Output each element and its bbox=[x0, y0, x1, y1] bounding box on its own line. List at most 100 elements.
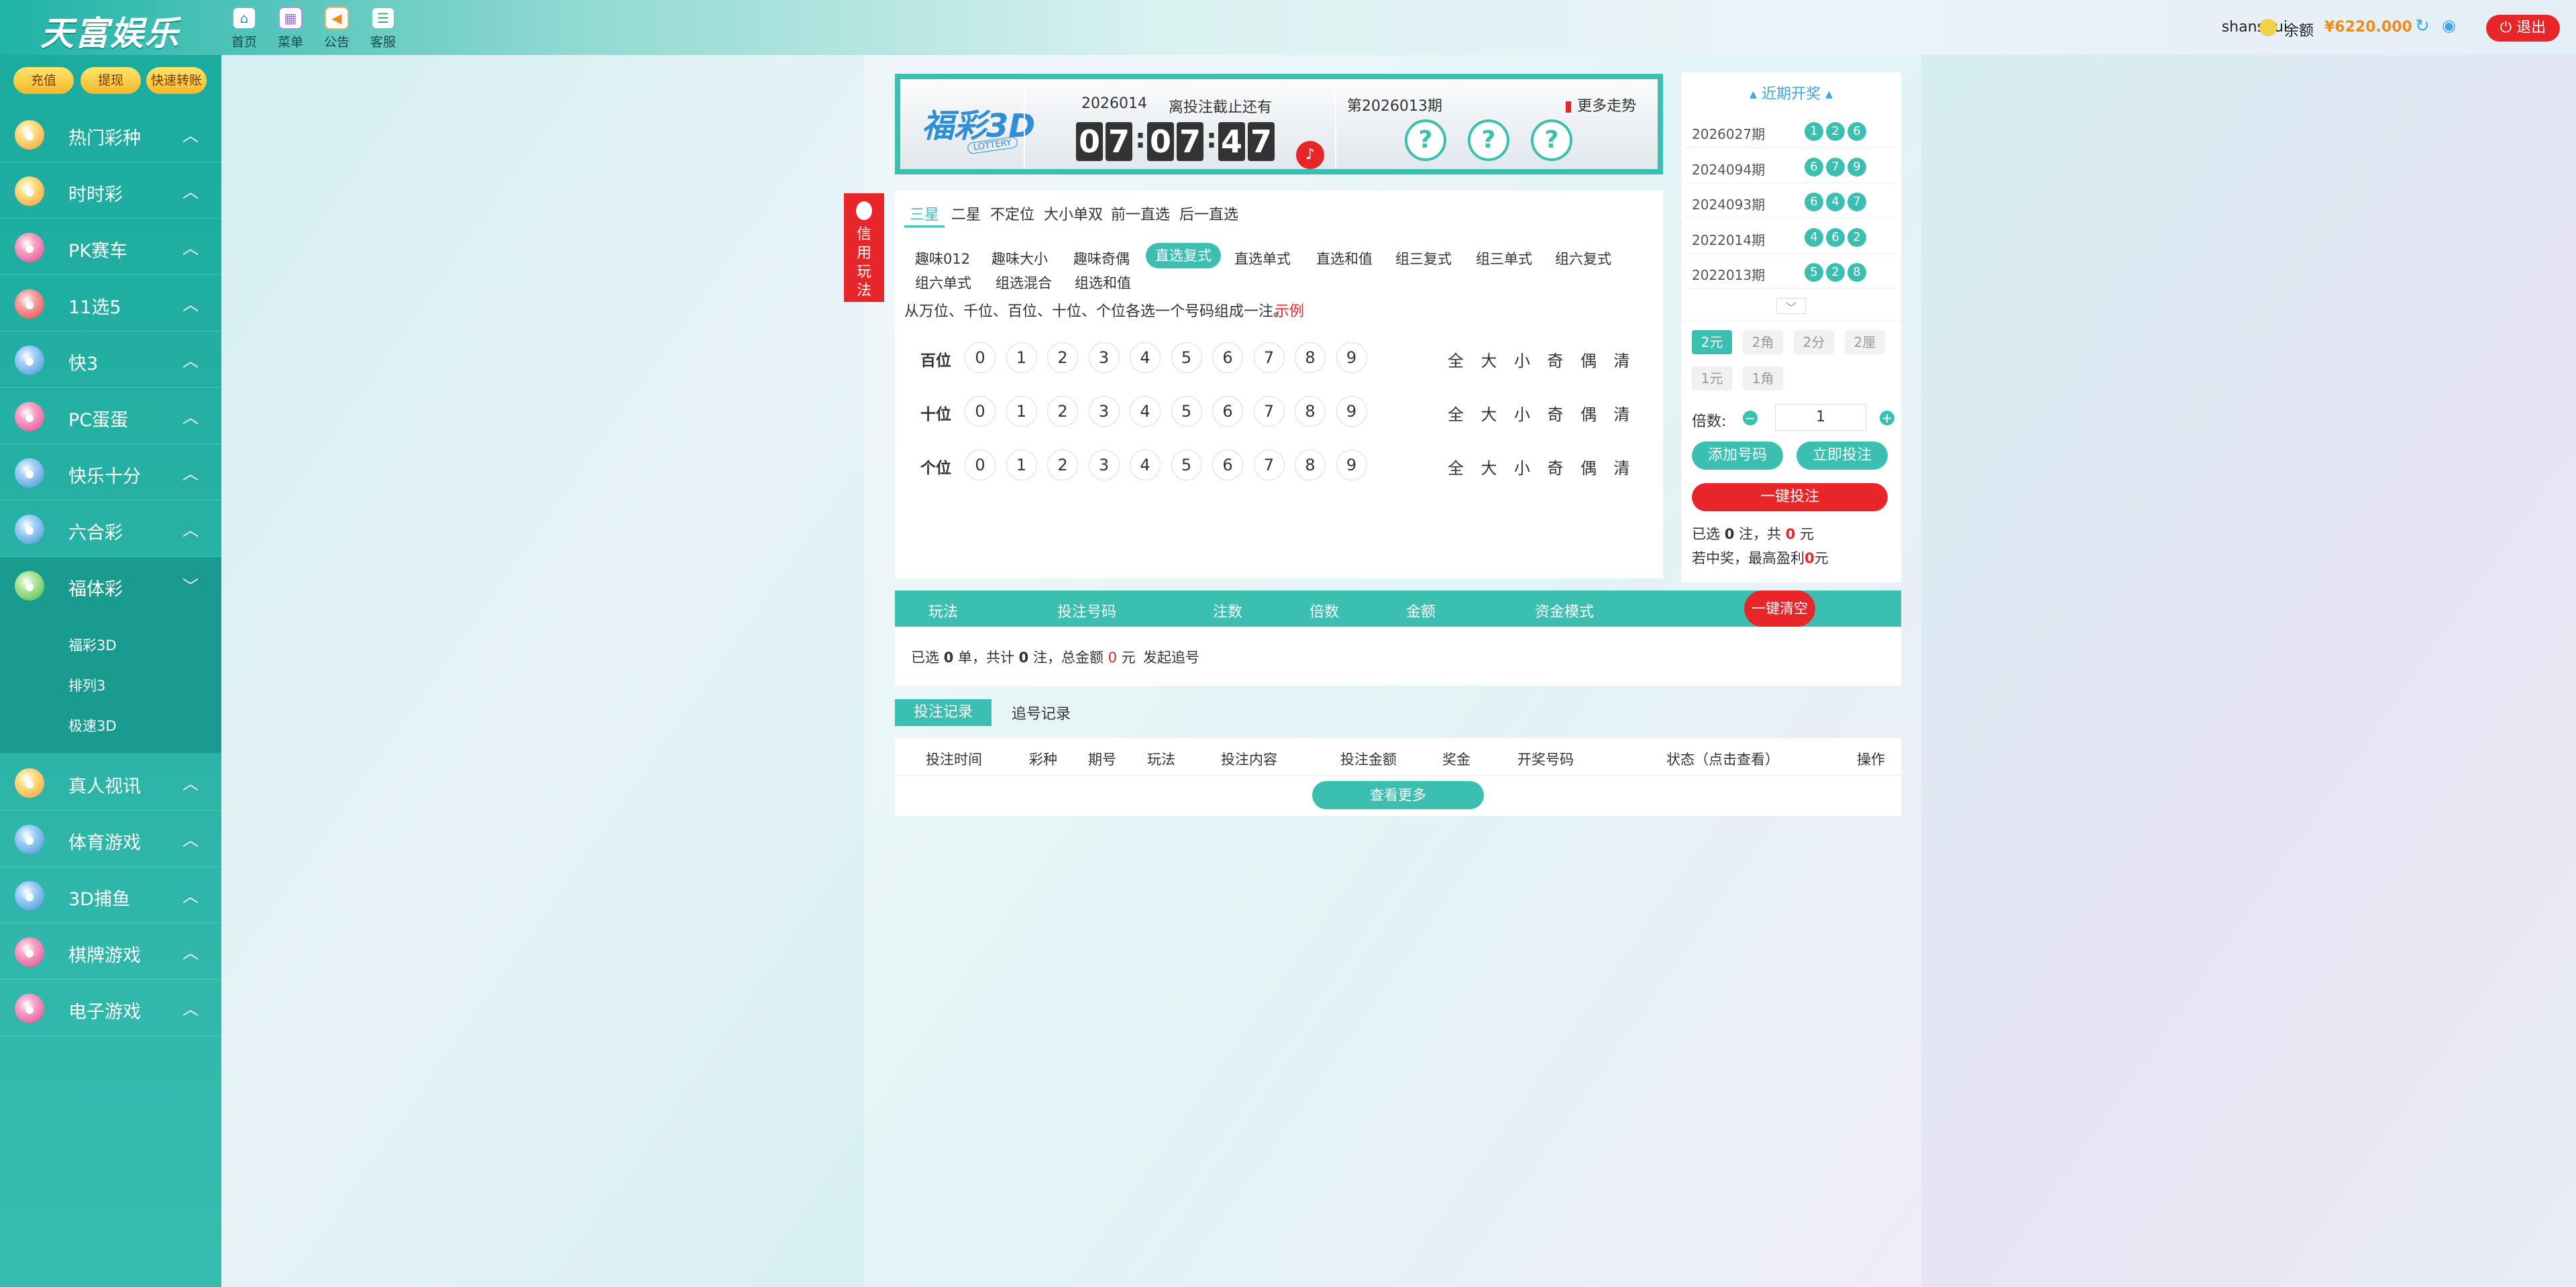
minus-icon[interactable]: − bbox=[1743, 411, 1758, 425]
quick-select[interactable]: 清 bbox=[1614, 455, 1630, 478]
quick-select[interactable]: 全 bbox=[1448, 348, 1464, 371]
unit-2li[interactable]: 2厘 bbox=[1845, 330, 1885, 354]
quick-select[interactable]: 偶 bbox=[1580, 348, 1597, 371]
tab-daxiaodanshuang[interactable]: 大小单双 bbox=[1044, 203, 1103, 224]
multiple-input[interactable]: 1 bbox=[1775, 404, 1866, 431]
subtab[interactable]: 组三单式 bbox=[1476, 248, 1532, 268]
view-more-button[interactable]: 查看更多 bbox=[1312, 781, 1484, 809]
sidebar-item-egame[interactable]: ● 电子游戏 ︿ bbox=[0, 980, 221, 1036]
withdraw-button[interactable]: 提现 bbox=[80, 67, 141, 94]
quick-select[interactable]: 小 bbox=[1514, 348, 1530, 371]
number-ball[interactable]: 5 bbox=[1171, 396, 1202, 427]
sidebar-item-hot[interactable]: ● 热门彩种 ︿ bbox=[0, 106, 221, 162]
chevron-down-icon[interactable]: ﹀ bbox=[1776, 298, 1806, 314]
unit-2fen[interactable]: 2分 bbox=[1794, 330, 1834, 354]
unit-1jiao[interactable]: 1角 bbox=[1743, 366, 1783, 391]
number-ball[interactable]: 1 bbox=[1006, 396, 1037, 427]
nav-support[interactable]: ☰ 客服 bbox=[363, 7, 403, 50]
sidebar-item-k3[interactable]: ● 快3 ︿ bbox=[0, 331, 221, 388]
tab-bet-records[interactable]: 投注记录 bbox=[895, 699, 991, 726]
sidebar-item-chess[interactable]: ● 棋牌游戏 ︿ bbox=[0, 923, 221, 980]
subtab[interactable]: 组三复式 bbox=[1395, 248, 1452, 268]
sidebar-item-fishing[interactable]: ● 3D捕鱼 ︿ bbox=[0, 867, 221, 923]
sound-icon[interactable]: ♪ bbox=[1296, 141, 1324, 169]
tab-budingwei[interactable]: 不定位 bbox=[990, 203, 1034, 224]
logout-button[interactable]: ⏻ 退出 bbox=[2486, 15, 2560, 42]
subtab[interactable]: 组选混合 bbox=[996, 272, 1052, 293]
quick-select[interactable]: 小 bbox=[1514, 401, 1530, 425]
quick-select[interactable]: 清 bbox=[1614, 401, 1630, 425]
sidebar-item-ssc[interactable]: ● 时时彩 ︿ bbox=[0, 162, 221, 219]
refresh-icon[interactable]: ↻ bbox=[2415, 16, 2430, 36]
quick-select[interactable]: 大 bbox=[1481, 455, 1497, 478]
one-key-bet-button[interactable]: 一键投注 bbox=[1692, 483, 1888, 511]
number-ball[interactable]: 0 bbox=[965, 450, 996, 480]
number-ball[interactable]: 9 bbox=[1336, 396, 1367, 427]
sidebar-item-pk[interactable]: ● PK赛车 ︿ bbox=[0, 219, 221, 275]
nav-announcement[interactable]: ◀ 公告 bbox=[317, 7, 357, 50]
subtab[interactable]: 组六复式 bbox=[1555, 248, 1611, 268]
quick-select[interactable]: 奇 bbox=[1548, 455, 1564, 478]
transfer-button[interactable]: 快速转账 bbox=[146, 67, 207, 94]
submenu-item[interactable]: 极速3D bbox=[68, 715, 117, 735]
number-ball[interactable]: 9 bbox=[1336, 450, 1367, 480]
sidebar-item-fc[interactable]: ● 福体彩 ﹀ bbox=[0, 557, 221, 613]
number-ball[interactable]: 2 bbox=[1047, 342, 1078, 373]
number-ball[interactable]: 0 bbox=[965, 396, 996, 427]
number-ball[interactable]: 5 bbox=[1171, 450, 1202, 480]
clear-all-button[interactable]: 一键清空 bbox=[1744, 590, 1815, 627]
number-ball[interactable]: 9 bbox=[1336, 342, 1367, 373]
bet-now-button[interactable]: 立即投注 bbox=[1796, 442, 1888, 470]
submenu-item[interactable]: 排列3 bbox=[68, 675, 105, 695]
subtab-active[interactable]: 直选复式 bbox=[1146, 243, 1221, 268]
sidebar-item-kl10[interactable]: ● 快乐十分 ︿ bbox=[0, 444, 221, 501]
quick-select[interactable]: 全 bbox=[1448, 455, 1464, 478]
number-ball[interactable]: 8 bbox=[1295, 450, 1326, 480]
nav-menu[interactable]: ▦ 菜单 bbox=[270, 7, 311, 50]
number-ball[interactable]: 2 bbox=[1047, 450, 1078, 480]
brand-logo[interactable]: 天富娱乐 bbox=[40, 7, 180, 55]
quick-select[interactable]: 偶 bbox=[1580, 401, 1597, 425]
number-ball[interactable]: 5 bbox=[1171, 342, 1202, 373]
eye-icon[interactable]: ◉ bbox=[2442, 16, 2456, 35]
number-ball[interactable]: 7 bbox=[1253, 450, 1285, 480]
subtab[interactable]: 直选单式 bbox=[1234, 248, 1291, 268]
tab-qianyi[interactable]: 前一直选 bbox=[1111, 203, 1170, 224]
number-ball[interactable]: 4 bbox=[1130, 396, 1161, 427]
number-ball[interactable]: 8 bbox=[1295, 396, 1326, 427]
plus-icon[interactable]: + bbox=[1880, 411, 1894, 425]
number-ball[interactable]: 2 bbox=[1047, 396, 1078, 427]
quick-select[interactable]: 奇 bbox=[1548, 401, 1564, 425]
unit-1yuan[interactable]: 1元 bbox=[1692, 366, 1732, 391]
example-link[interactable]: 示例 bbox=[1275, 299, 1304, 321]
credit-play-tag[interactable]: 信用玩法 bbox=[844, 193, 884, 302]
tab-chase-records[interactable]: 追号记录 bbox=[1012, 702, 1071, 723]
quick-select[interactable]: 小 bbox=[1514, 455, 1530, 478]
recharge-button[interactable]: 充值 bbox=[13, 67, 74, 94]
number-ball[interactable]: 7 bbox=[1253, 396, 1285, 427]
sidebar-item-lhc[interactable]: ● 六合彩 ︿ bbox=[0, 501, 221, 557]
sidebar-item-sports[interactable]: ● 体育游戏 ︿ bbox=[0, 811, 221, 867]
tab-houyi[interactable]: 后一直选 bbox=[1179, 203, 1238, 224]
quick-select[interactable]: 大 bbox=[1481, 401, 1497, 425]
number-ball[interactable]: 3 bbox=[1088, 450, 1120, 480]
nav-home[interactable]: ⌂ 首页 bbox=[224, 7, 264, 50]
sidebar-item-11x5[interactable]: ● 11选5 ︿ bbox=[0, 275, 221, 331]
number-ball[interactable]: 6 bbox=[1212, 450, 1243, 480]
number-ball[interactable]: 1 bbox=[1006, 342, 1037, 373]
subtab[interactable]: 趣味奇偶 bbox=[1073, 248, 1130, 268]
unit-2jiao[interactable]: 2角 bbox=[1743, 330, 1783, 354]
subtab[interactable]: 组六单式 bbox=[915, 272, 971, 293]
sidebar-item-pcdd[interactable]: ● PC蛋蛋 ︿ bbox=[0, 388, 221, 444]
number-ball[interactable]: 3 bbox=[1088, 396, 1120, 427]
number-ball[interactable]: 4 bbox=[1130, 342, 1161, 373]
number-ball[interactable]: 1 bbox=[1006, 450, 1037, 480]
number-ball[interactable]: 3 bbox=[1088, 342, 1120, 373]
tab-erxing[interactable]: 二星 bbox=[951, 203, 981, 224]
quick-select[interactable]: 清 bbox=[1614, 348, 1630, 371]
subtab[interactable]: 趣味012 bbox=[915, 248, 970, 268]
quick-select[interactable]: 奇 bbox=[1548, 348, 1564, 371]
subtab[interactable]: 直选和值 bbox=[1316, 248, 1373, 268]
quick-select[interactable]: 偶 bbox=[1580, 455, 1597, 478]
sidebar-item-live[interactable]: ● 真人视讯 ︿ bbox=[0, 754, 221, 811]
